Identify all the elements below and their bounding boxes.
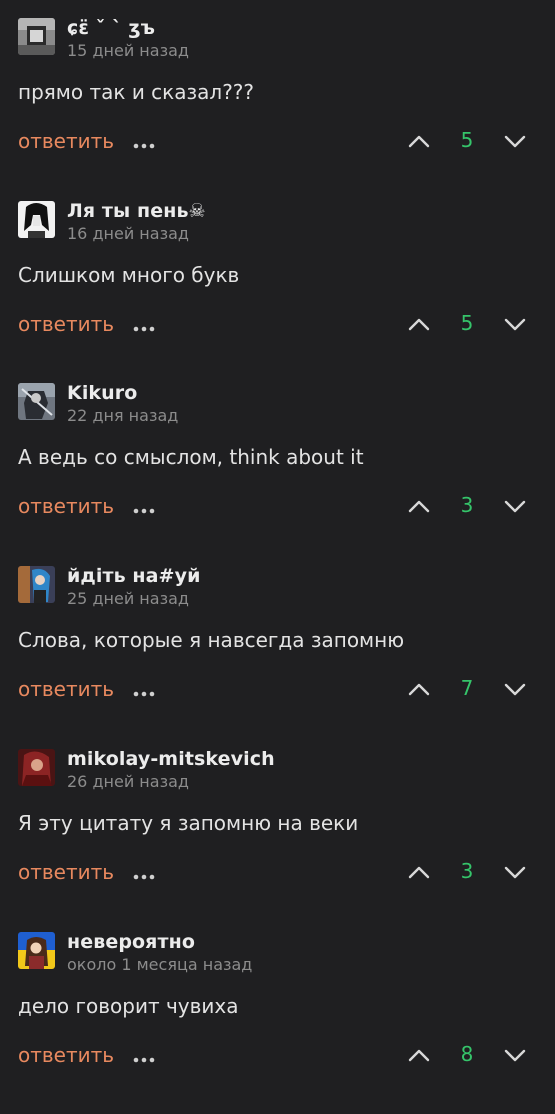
chevron-down-icon xyxy=(504,135,526,148)
comment-text: дело говорит чувиха xyxy=(18,994,239,1018)
comment-date: 26 дней назад xyxy=(67,772,189,791)
chevron-up-icon xyxy=(408,683,430,696)
more-horizontal-icon[interactable] xyxy=(133,501,155,514)
comment-text: Слишком много букв xyxy=(18,263,240,287)
upvote-button[interactable] xyxy=(406,860,432,884)
reply-button[interactable]: ответить xyxy=(18,494,114,518)
vote-score: 5 xyxy=(460,311,474,335)
chevron-down-icon xyxy=(504,1049,526,1062)
comment-text: Я эту цитату я запомню на веки xyxy=(18,811,359,835)
more-horizontal-icon[interactable] xyxy=(133,319,155,332)
comment-date: 16 дней назад xyxy=(67,224,189,243)
chevron-up-icon xyxy=(408,1049,430,1062)
chevron-down-icon xyxy=(504,500,526,513)
username[interactable]: mikolay-mitskevich xyxy=(67,748,275,770)
comment: невероятно около 1 месяца назад дело гов… xyxy=(0,931,555,1114)
comment-date: 22 дня назад xyxy=(67,406,179,425)
username[interactable]: Kikuro xyxy=(67,382,137,404)
avatar[interactable] xyxy=(18,566,55,603)
downvote-button[interactable] xyxy=(502,860,528,884)
downvote-button[interactable] xyxy=(502,494,528,518)
vote-score: 7 xyxy=(460,676,474,700)
upvote-button[interactable] xyxy=(406,1043,432,1067)
upvote-button[interactable] xyxy=(406,494,432,518)
downvote-button[interactable] xyxy=(502,1043,528,1067)
username[interactable]: ɕɛ̈ ˇ ˋ ʒъ xyxy=(67,17,155,39)
more-horizontal-icon[interactable] xyxy=(133,1050,155,1063)
comment: Kikuro 22 дня назад А ведь со смыслом, t… xyxy=(0,382,555,565)
downvote-button[interactable] xyxy=(502,129,528,153)
upvote-button[interactable] xyxy=(406,677,432,701)
reply-button[interactable]: ответить xyxy=(18,677,114,701)
comment-text: прямо так и сказал??? xyxy=(18,80,255,104)
comment: Ля ты пень☠ 16 дней назад Слишком много … xyxy=(0,200,555,383)
comment: ɕɛ̈ ˇ ˋ ʒъ 15 дней назад прямо так и ска… xyxy=(0,17,555,200)
username[interactable]: Ля ты пень☠ xyxy=(67,200,206,222)
comment-text: Слова, которые я навсегда запомню xyxy=(18,628,405,652)
comment-date: 25 дней назад xyxy=(67,589,189,608)
reply-button[interactable]: ответить xyxy=(18,860,114,884)
vote-score: 3 xyxy=(460,859,474,883)
avatar[interactable] xyxy=(18,201,55,238)
chevron-down-icon xyxy=(504,683,526,696)
upvote-button[interactable] xyxy=(406,312,432,336)
username[interactable]: невероятно xyxy=(67,931,195,953)
comment: mikolay-mitskevich 26 дней назад Я эту ц… xyxy=(0,748,555,931)
more-horizontal-icon[interactable] xyxy=(133,684,155,697)
reply-button[interactable]: ответить xyxy=(18,129,114,153)
chevron-up-icon xyxy=(408,500,430,513)
more-horizontal-icon[interactable] xyxy=(133,136,155,149)
avatar[interactable] xyxy=(18,932,55,969)
chevron-up-icon xyxy=(408,866,430,879)
comment-date: 15 дней назад xyxy=(67,41,189,60)
comment-text: А ведь со смыслом, think about it xyxy=(18,445,364,469)
downvote-button[interactable] xyxy=(502,677,528,701)
avatar[interactable] xyxy=(18,749,55,786)
avatar[interactable] xyxy=(18,18,55,55)
reply-button[interactable]: ответить xyxy=(18,1043,114,1067)
chevron-up-icon xyxy=(408,318,430,331)
downvote-button[interactable] xyxy=(502,312,528,336)
chevron-up-icon xyxy=(408,135,430,148)
username[interactable]: йдіть на#уй xyxy=(67,565,200,587)
vote-score: 3 xyxy=(460,493,474,517)
chevron-down-icon xyxy=(504,866,526,879)
comment: йдіть на#уй 25 дней назад Слова, которые… xyxy=(0,565,555,748)
vote-score: 5 xyxy=(460,128,474,152)
more-horizontal-icon[interactable] xyxy=(133,867,155,880)
chevron-down-icon xyxy=(504,318,526,331)
upvote-button[interactable] xyxy=(406,129,432,153)
vote-score: 8 xyxy=(460,1042,474,1066)
reply-button[interactable]: ответить xyxy=(18,312,114,336)
avatar[interactable] xyxy=(18,383,55,420)
comment-date: около 1 месяца назад xyxy=(67,955,253,974)
